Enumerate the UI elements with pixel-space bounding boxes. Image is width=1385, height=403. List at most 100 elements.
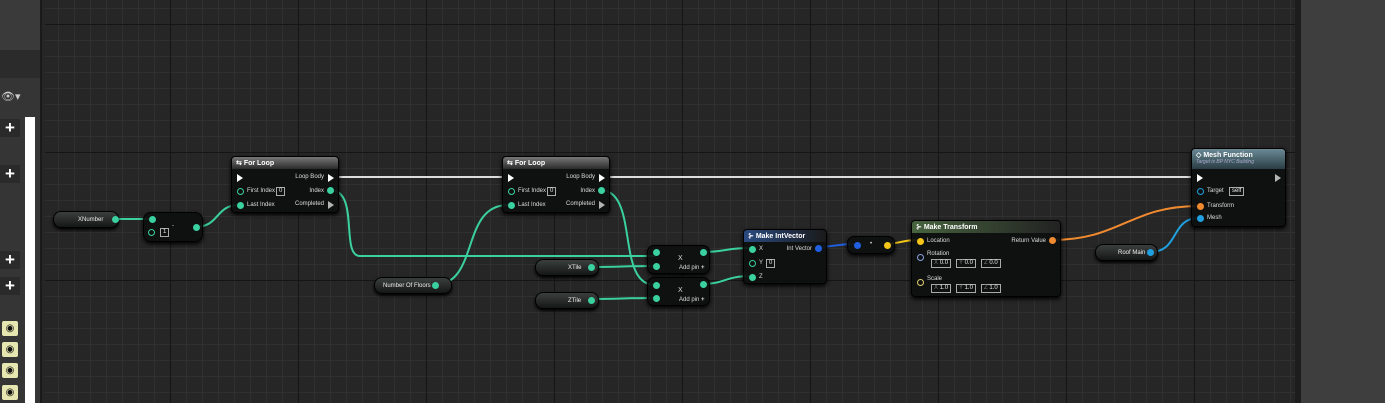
visibility-toggle-eye-icon[interactable]: ◉ — [2, 385, 18, 400]
exec-in-pin[interactable] — [508, 174, 514, 182]
node-label: XNumber — [78, 217, 104, 223]
output-pin[interactable] — [112, 216, 119, 223]
output-pin[interactable] — [432, 282, 439, 289]
multiply-node[interactable]: X Add pin + — [647, 277, 710, 306]
right-panel — [1295, 0, 1385, 403]
for-loop-node[interactable]: ⇆ For Loop First Index 0 Last Index Loop… — [502, 156, 610, 213]
visibility-toggle-eye-icon[interactable]: ◉ — [2, 321, 18, 336]
add-button[interactable]: + — [0, 251, 20, 269]
xnumber-variable-node[interactable]: XNumber — [53, 211, 119, 228]
conversion-node[interactable]: • — [847, 236, 895, 254]
pin-label: Completed — [294, 201, 324, 207]
multiply-node[interactable]: X Add pin + — [647, 245, 710, 274]
add-pin-button[interactable]: Add pin + — [679, 297, 705, 303]
rotation-x-field[interactable]: X 0.0 — [931, 259, 952, 268]
ztile-variable-node[interactable]: ZTile — [535, 292, 599, 309]
pin-label: Transform — [1207, 203, 1235, 209]
output-pin[interactable] — [700, 249, 707, 256]
chevron-down-icon[interactable]: ▾ — [15, 91, 21, 103]
scrollbar[interactable] — [25, 117, 35, 403]
output-pin[interactable] — [884, 242, 891, 249]
visibility-toggle-eye-icon[interactable]: ◉ — [2, 342, 18, 357]
make-transform-node[interactable]: ⊱ Make Transform Location Rotation X 0.0… — [911, 220, 1061, 297]
add-pin-button[interactable]: Add pin + — [679, 265, 705, 271]
x-pin[interactable] — [749, 246, 756, 253]
make-intvector-node[interactable]: ⊱ Make IntVector X Y 0 Z Int Vector — [743, 229, 827, 284]
pin-label: Index — [580, 188, 595, 194]
scale-x-field[interactable]: X 1.0 — [931, 284, 952, 293]
pin-label: First Index — [518, 188, 547, 194]
input-pin[interactable] — [653, 282, 660, 289]
for-loop-node[interactable]: ⇆ For Loop First Index 0 Last Index Loop… — [231, 156, 339, 213]
pin-label: Scale — [927, 276, 943, 282]
eye-icon[interactable]: 👁▾ — [1, 90, 21, 103]
scale-z-field[interactable]: Z 1.0 — [981, 284, 1001, 293]
subtract-node[interactable]: 1 - — [143, 212, 203, 242]
first-index-pin[interactable] — [508, 188, 515, 195]
y-pin[interactable] — [749, 260, 756, 267]
input-pin[interactable] — [854, 242, 861, 249]
loop-icon: ⇆ — [507, 160, 515, 167]
input-pin[interactable] — [653, 295, 660, 302]
output-pin[interactable] — [193, 224, 200, 231]
pin-label: Z — [759, 274, 763, 280]
transform-pin[interactable] — [1197, 203, 1204, 210]
last-index-pin[interactable] — [237, 202, 244, 209]
mesh-pin[interactable] — [1197, 215, 1204, 222]
pin-label: Return Value — [1011, 238, 1046, 244]
target-pin[interactable] — [1197, 188, 1204, 195]
last-index-pin[interactable] — [508, 202, 515, 209]
node-label: ZTile — [568, 298, 582, 304]
rotation-y-field[interactable]: Y 0.0 — [956, 259, 976, 268]
node-header: ⇆ For Loop — [232, 157, 338, 169]
index-pin[interactable] — [598, 187, 605, 194]
exec-in-pin[interactable] — [1197, 174, 1203, 182]
loop-body-pin[interactable] — [328, 174, 334, 182]
pin-label: Loop Body — [566, 174, 595, 180]
completed-pin[interactable] — [328, 201, 334, 209]
value-field[interactable]: 1 — [160, 228, 170, 237]
add-button[interactable]: + — [0, 277, 20, 295]
completed-pin[interactable] — [599, 201, 605, 209]
value-field[interactable]: 0 — [547, 187, 557, 196]
input-pin[interactable] — [148, 229, 155, 236]
mesh-function-node[interactable]: ◇ Mesh Function Target is BP NYC Building… — [1191, 148, 1286, 227]
roof-main-variable-node[interactable]: Roof Main — [1095, 244, 1158, 261]
input-pin[interactable] — [149, 216, 156, 223]
node-header: ⊱ Make Transform — [912, 221, 1060, 233]
add-button[interactable]: + — [0, 119, 20, 137]
input-pin[interactable] — [653, 263, 660, 270]
pin-label: Target — [1207, 188, 1224, 194]
pin-label: Last Index — [247, 202, 275, 208]
first-index-pin[interactable] — [237, 188, 244, 195]
output-pin[interactable] — [700, 281, 707, 288]
visibility-toggle-eye-icon[interactable]: ◉ — [2, 363, 18, 378]
output-pin[interactable] — [588, 264, 595, 271]
index-pin[interactable] — [327, 187, 334, 194]
rotation-pin[interactable] — [917, 254, 924, 261]
scale-pin[interactable] — [917, 279, 924, 286]
exec-in-pin[interactable] — [237, 174, 243, 182]
int-vector-pin[interactable] — [815, 245, 822, 252]
value-field[interactable]: self — [1229, 187, 1245, 196]
value-field[interactable]: 0 — [276, 187, 286, 196]
pin-label: Index — [309, 188, 324, 194]
rotation-z-field[interactable]: Z 0.0 — [981, 259, 1001, 268]
input-pin[interactable] — [653, 249, 660, 256]
output-pin[interactable] — [1147, 249, 1154, 256]
xtile-variable-node[interactable]: XTile — [535, 259, 599, 276]
value-field[interactable]: 0 — [766, 259, 776, 268]
operator-label: X — [678, 287, 683, 294]
output-pin[interactable] — [588, 297, 595, 304]
z-pin[interactable] — [749, 274, 756, 281]
pin-label: Completed — [565, 201, 595, 207]
add-button[interactable]: + — [0, 165, 20, 183]
scale-y-field[interactable]: Y 1.0 — [956, 284, 976, 293]
function-icon: ⊱ — [916, 224, 924, 231]
node-label: XTile — [568, 265, 582, 271]
loop-body-pin[interactable] — [599, 174, 605, 182]
return-value-pin[interactable] — [1049, 237, 1056, 244]
exec-out-pin[interactable] — [1275, 174, 1281, 182]
location-pin[interactable] — [917, 238, 924, 245]
number-of-floors-variable-node[interactable]: Number Of Floors — [374, 277, 452, 294]
